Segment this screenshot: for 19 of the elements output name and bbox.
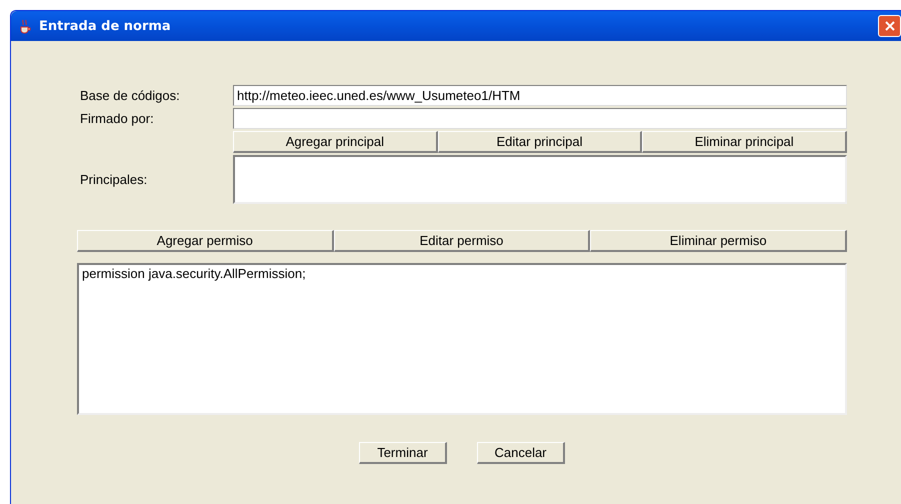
text-field[interactable] [233, 108, 847, 129]
principals-list[interactable] [233, 155, 847, 204]
close-button[interactable] [878, 15, 901, 37]
window-title: Entrada de norma [39, 18, 171, 34]
text-field[interactable]: http://meteo.ieec.uned.es/www_Usumeteo1/HTM [233, 85, 847, 106]
principal-button[interactable]: Agregar principal [233, 131, 438, 153]
permission-button[interactable]: Editar permiso [334, 230, 590, 252]
principal-button[interactable]: Eliminar principal [642, 131, 848, 153]
field-label: Firmado por: [79, 111, 155, 126]
dialog-button[interactable]: Terminar [359, 442, 447, 464]
field-label: Base de códigos: [79, 88, 181, 103]
permission-button[interactable]: Agregar permiso [77, 230, 334, 252]
permission-list[interactable]: permission java.security.AllPermission; [77, 263, 847, 415]
dialog-button[interactable]: Cancelar [477, 442, 565, 464]
permission-button[interactable]: Eliminar permiso [590, 230, 848, 252]
principal-button[interactable]: Editar principal [438, 131, 642, 153]
permission-entry[interactable]: permission java.security.AllPermission; [82, 266, 842, 281]
field-label: Principales: [79, 172, 148, 187]
close-icon [884, 21, 894, 31]
